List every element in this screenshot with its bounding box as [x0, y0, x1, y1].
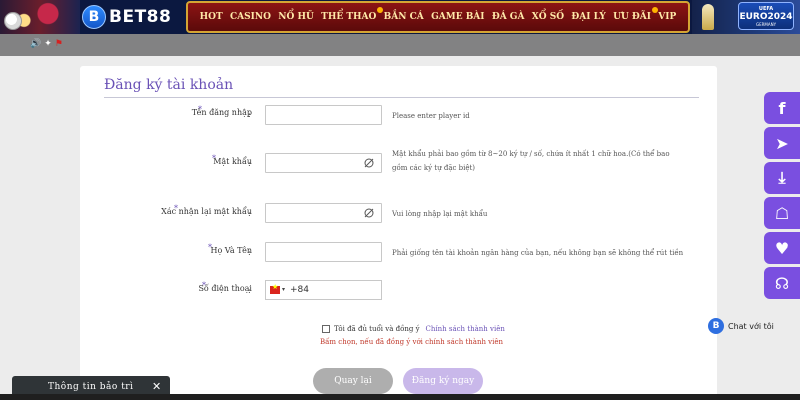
colon: :	[248, 110, 251, 119]
nav-casino[interactable]: CASINO	[230, 12, 271, 22]
username-hint: Please enter player id	[392, 112, 470, 120]
colon: :	[248, 286, 251, 295]
agree-checkbox[interactable]	[322, 325, 330, 333]
nav-xo-so[interactable]: XỔ SỐ	[532, 12, 564, 22]
trophy-icon	[702, 4, 714, 30]
agree-warning: Bấm chọn, nếu đã đồng ý với chính sách t…	[320, 338, 504, 346]
euro-badge-line3: GERMANY	[755, 22, 777, 27]
phone-label-wrap: * Số điện thoại	[160, 281, 260, 298]
nav-the-thao[interactable]: THỂ THAO	[321, 7, 384, 22]
main-nav: HOT CASINO NỔ HŨ THỂ THAO BẮN CÁ GAME BÀ…	[186, 1, 690, 33]
euro-badge-line2: EURO2024	[739, 12, 793, 22]
maintenance-title: Thông tin bảo trì	[48, 382, 134, 392]
chevron-down-icon[interactable]: ▾	[282, 286, 285, 293]
sub-toolbar: 🔊 ✦ ⚑	[0, 34, 800, 56]
country-code: +84	[290, 285, 309, 295]
registration-card: Đăng ký tài khoản * Tên đăng nhập : Plea…	[80, 66, 717, 400]
back-button[interactable]: Quay lại	[313, 368, 393, 394]
fullname-label-wrap: * Họ Và Tên	[160, 243, 260, 260]
close-icon[interactable]: ✕	[152, 380, 161, 393]
nav-ban-ca[interactable]: BẮN CÁ	[384, 12, 424, 22]
username-input[interactable]	[265, 105, 382, 125]
vietnam-flag-icon[interactable]	[270, 283, 280, 294]
agent-icon[interactable]: ☖	[764, 197, 800, 229]
page-title: Đăng ký tài khoản	[104, 77, 234, 93]
eye-off-icon[interactable]	[363, 157, 375, 169]
logo-text: BET88	[109, 7, 172, 27]
confirm-password-hint: Vui lòng nhập lại mật khẩu	[392, 210, 488, 218]
phone-label: Số điện thoại	[198, 284, 252, 293]
nav-uu-dai[interactable]: ƯU ĐÃI	[613, 7, 658, 22]
euro2024-badge: UEFA EURO2024 GERMANY	[738, 2, 794, 30]
nav-no-hu[interactable]: NỔ HŨ	[278, 12, 314, 22]
speaker-icon[interactable]: 🔊	[30, 40, 41, 49]
password-label-wrap: * Mật khẩu	[160, 154, 260, 171]
register-button[interactable]: Đăng ký ngay	[403, 368, 483, 394]
phone-input[interactable]: ▾ +84	[265, 280, 382, 300]
username-label: Tên đăng nhập	[191, 108, 252, 117]
logo-badge: B	[82, 5, 106, 29]
chat-icon: B	[708, 318, 724, 334]
promo-banner-left	[0, 0, 80, 34]
fullname-input[interactable]	[265, 242, 382, 262]
subbar-icons: 🔊 ✦ ⚑	[30, 40, 63, 49]
agree-text: Tôi đã đủ tuổi và đồng ý	[334, 325, 420, 333]
password-hint: Mật khẩu phải bao gồm từ 8~20 ký tự / số…	[392, 150, 670, 172]
charity-icon[interactable]: ♥	[764, 232, 800, 264]
site-logo[interactable]: B BET88	[82, 4, 171, 30]
colon: :	[248, 209, 251, 218]
password-label: Mật khẩu	[213, 157, 252, 166]
top-header: B BET88 HOT CASINO NỔ HŨ THỂ THAO BẮN CÁ…	[0, 0, 800, 34]
agreement-row: Tôi đã đủ tuổi và đồng ý Chính sách thàn…	[322, 325, 505, 333]
confirm-password-label: Xác nhận lại mật khẩu	[161, 207, 252, 216]
telegram-icon[interactable]: ➤	[764, 127, 800, 159]
colon: :	[248, 248, 251, 257]
nav-game-bai[interactable]: GAME BÀI	[431, 12, 484, 22]
title-divider	[104, 97, 699, 98]
flag-icon[interactable]: ⚑	[55, 40, 63, 49]
chat-label: Chat với tôi	[728, 321, 774, 331]
star-icon[interactable]: ✦	[44, 40, 52, 49]
member-policy-link[interactable]: Chính sách thành viên	[426, 325, 505, 333]
nav-da-ga[interactable]: ĐÁ GÀ	[492, 12, 525, 22]
fullname-hint: Phải giống tên tài khoản ngân hàng của b…	[392, 249, 684, 257]
download-icon[interactable]: ⤓	[764, 162, 800, 194]
fullname-label: Họ Và Tên	[210, 246, 252, 255]
eye-off-icon[interactable]	[363, 207, 375, 219]
password-input[interactable]	[265, 153, 382, 173]
social-rail: f ➤ ⤓ ☖ ♥ ☊	[764, 92, 800, 302]
confirm-password-input[interactable]	[265, 203, 382, 223]
username-label-wrap: * Tên đăng nhập	[160, 105, 260, 122]
nav-vip[interactable]: VIP	[658, 12, 676, 22]
chat-widget[interactable]: B Chat với tôi	[708, 318, 774, 334]
nav-dai-ly[interactable]: ĐẠI LÝ	[571, 12, 605, 22]
nav-hot[interactable]: HOT	[200, 12, 223, 22]
facebook-icon[interactable]: f	[764, 92, 800, 124]
confirm-label-wrap: * Xác nhận lại mật khẩu	[160, 204, 260, 221]
colon: :	[248, 159, 251, 168]
support-icon[interactable]: ☊	[764, 267, 800, 299]
football-icon	[4, 12, 22, 30]
os-taskbar	[0, 394, 800, 400]
euro-banner: UEFA EURO2024 GERMANY	[692, 0, 800, 34]
